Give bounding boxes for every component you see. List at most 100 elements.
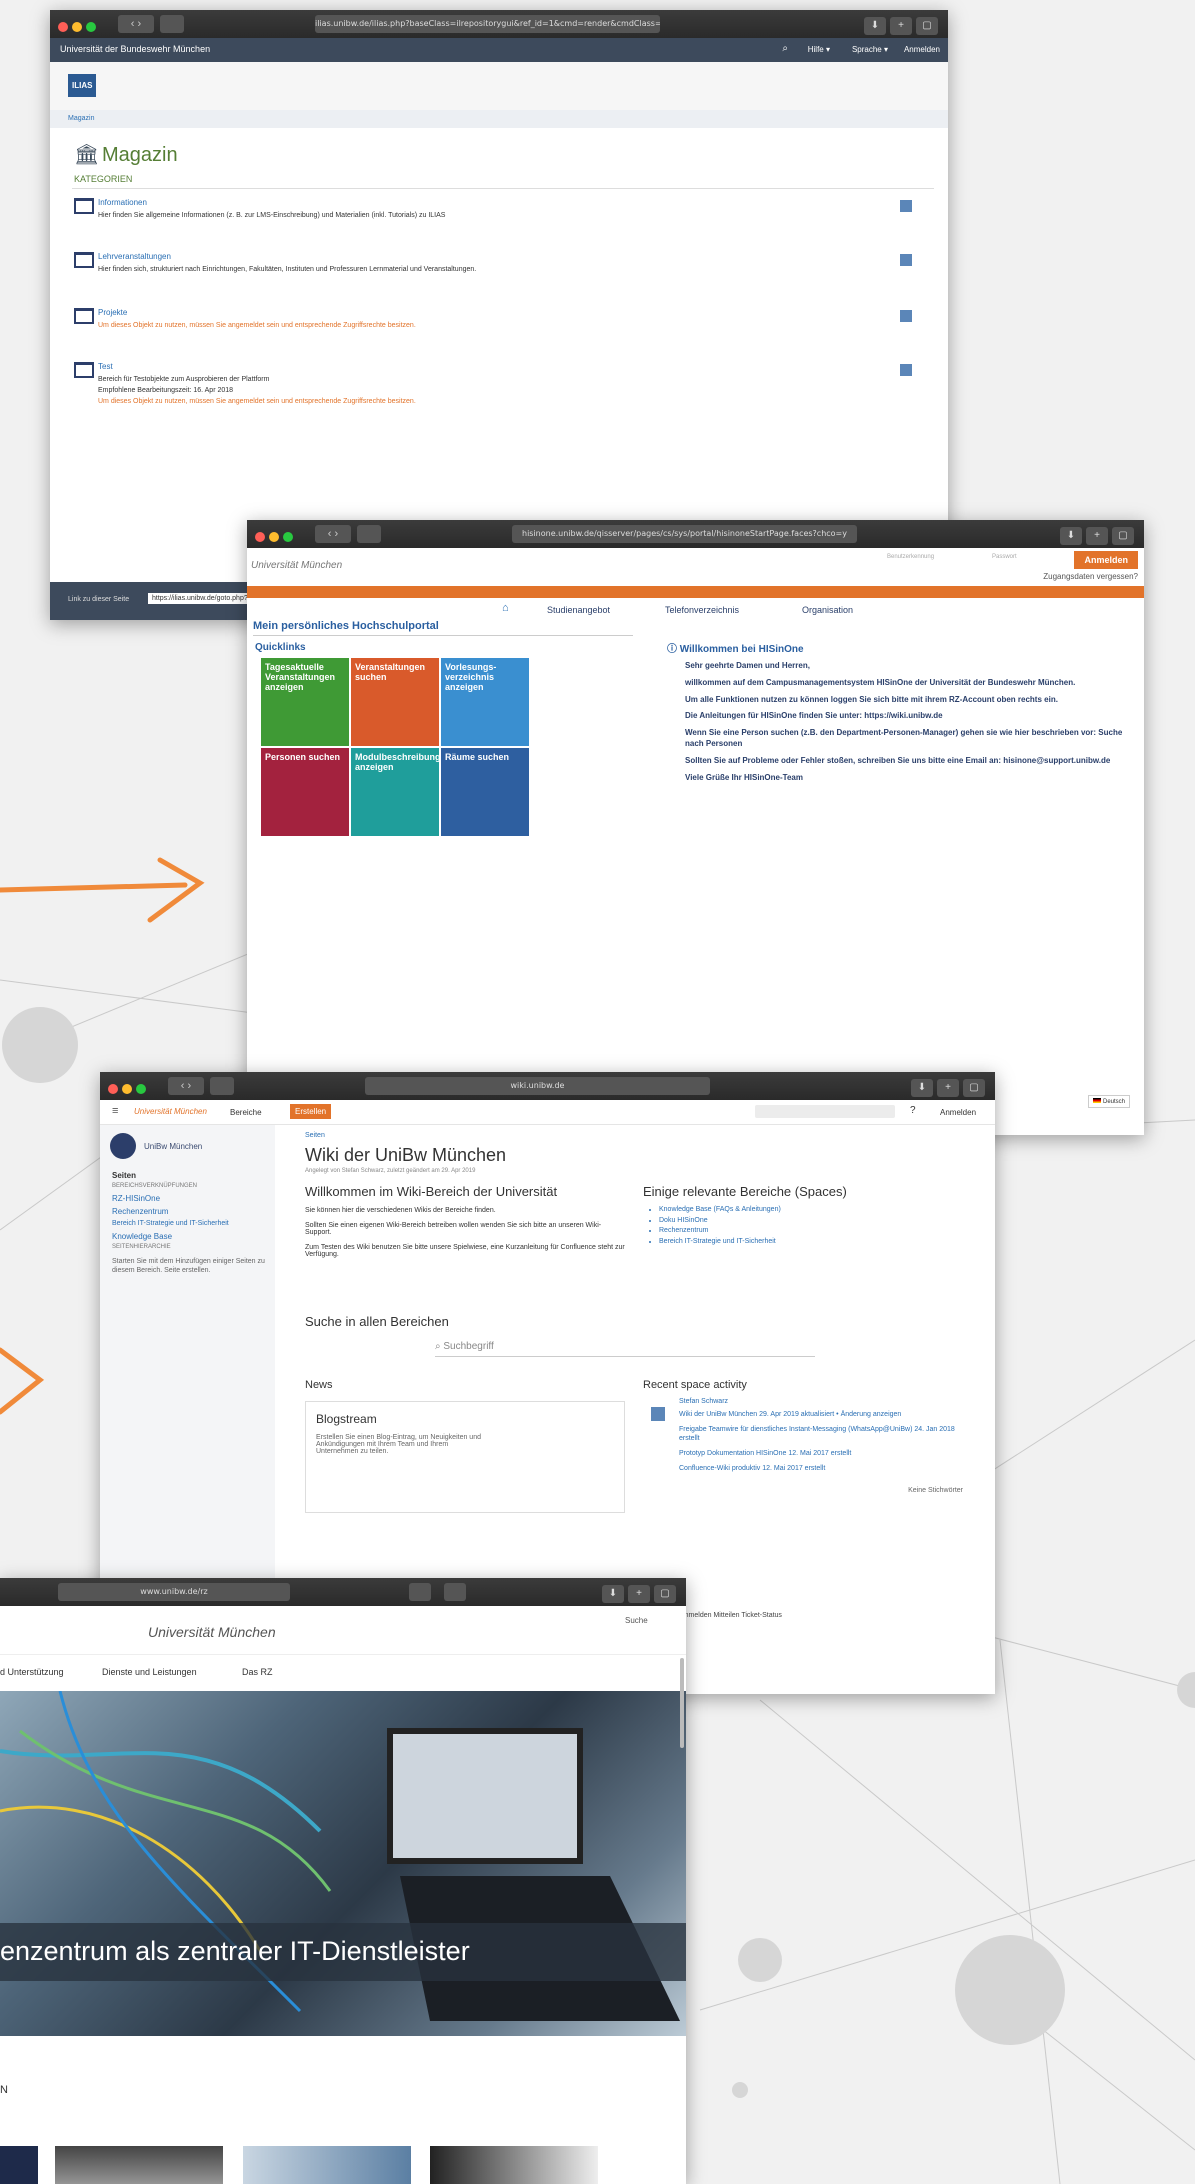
actions-dropdown[interactable] — [900, 310, 912, 322]
sidebar-icon[interactable] — [210, 1077, 234, 1095]
category-item: Lehrveranstaltungen Hier finden sich, st… — [74, 250, 934, 290]
rz-window: www.unibw.de/rz ⬇ + ▢ Universität München … — [0, 1578, 686, 2184]
search-heading: Suche in allen Bereichen — [305, 1314, 449, 1329]
space-link[interactable]: Doku HISinOne — [659, 1216, 963, 1227]
password-field[interactable]: Passwort — [992, 554, 1057, 560]
login-button[interactable]: Anmelden — [1074, 551, 1138, 569]
quicklink-tile[interactable]: Veranstaltungen suchen — [351, 658, 439, 746]
tile-image[interactable] — [0, 2146, 38, 2184]
nav-organisation[interactable]: Organisation — [802, 605, 853, 615]
username-field[interactable]: Benutzerkennung — [887, 554, 962, 560]
space-link[interactable]: Rechenzentrum — [659, 1226, 963, 1237]
activity-item[interactable]: Freigabe Teamwire für dienstliches Insta… — [679, 1425, 963, 1443]
nav-das-rz[interactable]: Das RZ — [242, 1667, 273, 1677]
unibw-logo[interactable]: Universität München — [148, 1624, 276, 1640]
nav-telefonverzeichnis[interactable]: Telefonverzeichnis — [665, 605, 739, 615]
new-tab-icon[interactable]: + — [1086, 527, 1108, 545]
help-icon[interactable]: ? — [910, 1105, 916, 1116]
ilias-logo[interactable]: ILIAS — [68, 74, 97, 97]
quicklink-tile[interactable]: Personen suchen — [261, 748, 349, 836]
sidebar-link[interactable]: RZ-HISinOne — [112, 1192, 267, 1205]
download-icon[interactable]: ⬇ — [602, 1585, 624, 1603]
back-forward-icon[interactable]: ‹ › — [315, 525, 351, 543]
reload-icon[interactable] — [444, 1583, 466, 1601]
login-link[interactable]: Anmelden — [904, 45, 940, 54]
actions-dropdown[interactable] — [900, 364, 912, 376]
activity-item[interactable]: Confluence-Wiki produktiv 12. Mai 2017 e… — [679, 1464, 963, 1473]
tabs-icon[interactable]: ▢ — [1112, 527, 1134, 545]
blog-title[interactable]: Blogstream — [316, 1412, 614, 1426]
download-icon[interactable]: ⬇ — [1060, 527, 1082, 545]
scrollbar[interactable] — [680, 1658, 684, 1748]
activity-item[interactable]: Wiki der UniBw München 29. Apr 2019 aktu… — [679, 1410, 963, 1419]
category-title[interactable]: Projekte — [98, 308, 127, 317]
sidebar-link[interactable]: Knowledge Base — [112, 1230, 267, 1243]
nav-studienangebot[interactable]: Studienangebot — [547, 605, 610, 615]
forgot-credentials-link[interactable]: Zugangsdaten vergessen? — [1043, 572, 1138, 581]
tile-image[interactable] — [55, 2146, 223, 2184]
language-label: Deutsch — [1102, 1099, 1125, 1105]
orange-arrow-1 — [0, 857, 205, 923]
new-tab-icon[interactable]: + — [937, 1079, 959, 1097]
quicklink-tile[interactable]: Tagesaktuelle Veranstaltungen anzeigen — [261, 658, 349, 746]
share-icon[interactable] — [409, 1583, 431, 1601]
quicklink-tile[interactable]: Modulbeschreibung anzeigen — [351, 748, 441, 836]
category-title[interactable]: Test — [98, 362, 113, 371]
home-icon[interactable]: ⌂ — [502, 602, 509, 614]
tabs-icon[interactable]: ▢ — [916, 17, 938, 35]
flag-icon — [1093, 1098, 1102, 1103]
address-bar[interactable]: wiki.unibw.de — [365, 1077, 710, 1095]
actions-dropdown[interactable] — [900, 200, 912, 212]
search-field[interactable]: ⌕ Suchbegriff — [435, 1341, 815, 1357]
category-title[interactable]: Informationen — [98, 198, 147, 207]
unibw-logo[interactable]: Universität München — [134, 1107, 207, 1116]
spaces-menu[interactable]: Bereiche — [230, 1108, 262, 1117]
tabs-icon[interactable]: ▢ — [654, 1585, 676, 1603]
download-icon[interactable]: ⬇ — [864, 17, 886, 35]
breadcrumb[interactable]: Magazin — [68, 115, 94, 122]
activity-item[interactable]: Prototyp Dokumentation HISinOne 12. Mai … — [679, 1449, 963, 1458]
space-name[interactable]: UniBw München — [144, 1142, 202, 1151]
address-bar[interactable]: www.unibw.de/rz — [58, 1583, 290, 1601]
welcome-paragraph: Sie können hier die verschiedenen Wikis … — [305, 1207, 496, 1214]
unibw-logo[interactable]: Universität München — [251, 560, 342, 571]
tile-image[interactable] — [430, 2146, 598, 2184]
quicklink-tile[interactable]: Vorlesungs-verzeichnis anzeigen — [441, 658, 529, 746]
search-link[interactable]: Suche — [625, 1616, 648, 1625]
sidebar-icon[interactable] — [160, 15, 184, 33]
nav-services[interactable]: Dienste und Leistungen — [102, 1667, 197, 1677]
language-menu[interactable]: Sprache ▾ — [852, 45, 888, 54]
activity-user[interactable]: Stefan Schwarz — [679, 1397, 963, 1406]
space-link[interactable]: Bereich IT-Strategie und IT-Sicherheit — [659, 1237, 963, 1248]
quicklink-label: Vorlesungs-verzeichnis anzeigen — [445, 662, 497, 692]
actions-dropdown[interactable] — [900, 254, 912, 266]
back-forward-icon[interactable]: ‹ › — [168, 1077, 204, 1095]
language-selector[interactable]: Deutsch — [1088, 1095, 1130, 1108]
tabs-icon[interactable]: ▢ — [963, 1079, 985, 1097]
new-tab-icon[interactable]: + — [628, 1585, 650, 1603]
menu-icon[interactable]: ≡ — [112, 1105, 118, 1117]
help-menu[interactable]: Hilfe ▾ — [808, 45, 830, 54]
back-forward-icon[interactable]: ‹ › — [118, 15, 154, 33]
sidebar-link[interactable]: Bereich IT-Strategie und IT-Sicherheit — [112, 1218, 267, 1230]
address-bar[interactable]: hisinone.unibw.de/qisserver/pages/cs/sys… — [512, 525, 857, 543]
tile-image[interactable] — [243, 2146, 411, 2184]
sidebar-link[interactable]: Rechenzentrum — [112, 1205, 267, 1218]
create-button[interactable]: Erstellen — [290, 1104, 332, 1119]
user-avatar[interactable] — [651, 1407, 665, 1421]
category-title[interactable]: Lehrveranstaltungen — [98, 252, 171, 261]
login-link[interactable]: Anmelden — [940, 1108, 976, 1117]
search-icon[interactable]: ⌕ — [782, 43, 788, 54]
pages-link[interactable]: Seiten — [112, 1169, 267, 1182]
address-bar[interactable]: ilias.unibw.de/ilias.php?baseClass=ilrep… — [315, 15, 660, 33]
space-avatar[interactable] — [110, 1133, 136, 1159]
quicklink-label: Veranstaltungen suchen — [355, 662, 426, 682]
new-tab-icon[interactable]: + — [890, 17, 912, 35]
nav-support[interactable]: d Unterstützung — [0, 1667, 64, 1677]
breadcrumb[interactable]: Seiten — [305, 1132, 975, 1139]
space-link[interactable]: Knowledge Base (FAQs & Anleitungen) — [659, 1205, 963, 1216]
top-search-field[interactable] — [755, 1105, 895, 1118]
download-icon[interactable]: ⬇ — [911, 1079, 933, 1097]
sidebar-icon[interactable] — [357, 525, 381, 543]
quicklink-tile[interactable]: Räume suchen — [441, 748, 529, 836]
